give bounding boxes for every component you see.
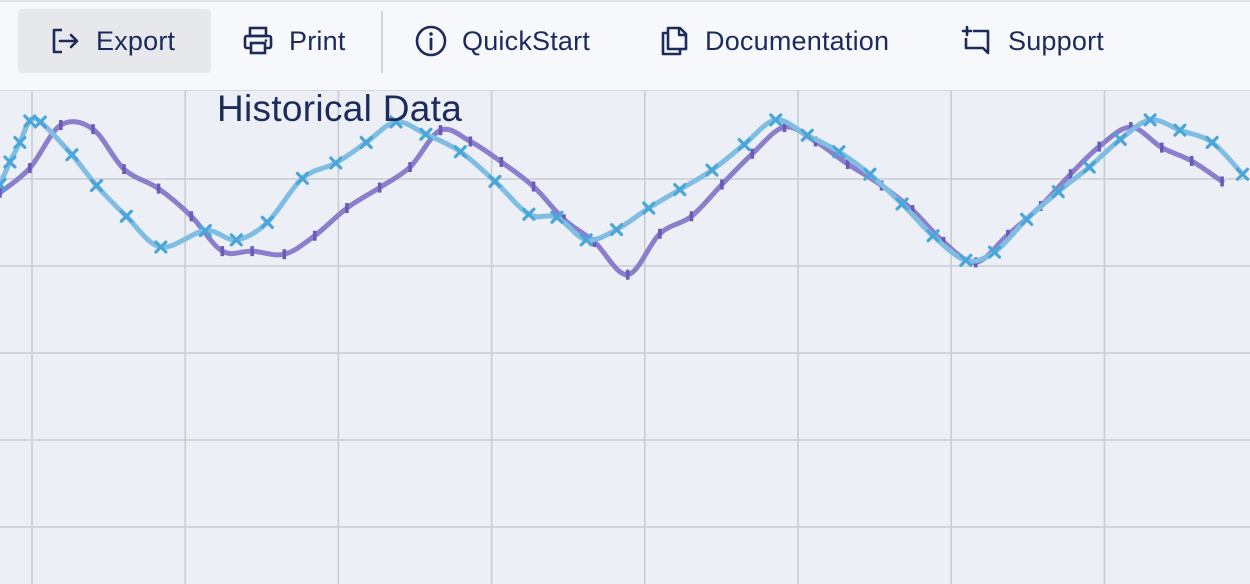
support-label: Support (1008, 25, 1104, 56)
export-label: Export (96, 25, 176, 56)
line-chart (0, 91, 1250, 584)
support-icon (961, 25, 990, 55)
support-button[interactable]: Support (960, 9, 1104, 73)
print-label: Print (289, 25, 346, 56)
info-icon (415, 25, 447, 57)
print-button[interactable]: Print (241, 9, 346, 73)
series-line (0, 119, 1225, 278)
export-button[interactable]: Export (18, 9, 211, 73)
series-layer (0, 113, 1250, 280)
quickstart-label: QuickStart (462, 25, 591, 56)
documentation-label: Documentation (705, 25, 890, 56)
documentation-button[interactable]: Documentation (657, 9, 889, 73)
toolbar-divider (381, 11, 383, 73)
quickstart-button[interactable]: QuickStart (414, 9, 590, 73)
series-a (0, 113, 1250, 267)
export-icon (52, 28, 79, 54)
series-b (0, 119, 1225, 280)
chart-title: Historical Data (217, 88, 463, 129)
documents-icon (661, 26, 688, 56)
grid (0, 91, 1250, 584)
printer-icon (243, 26, 273, 55)
toolbar: Export Print QuickStart Documentation Su… (0, 0, 1250, 91)
